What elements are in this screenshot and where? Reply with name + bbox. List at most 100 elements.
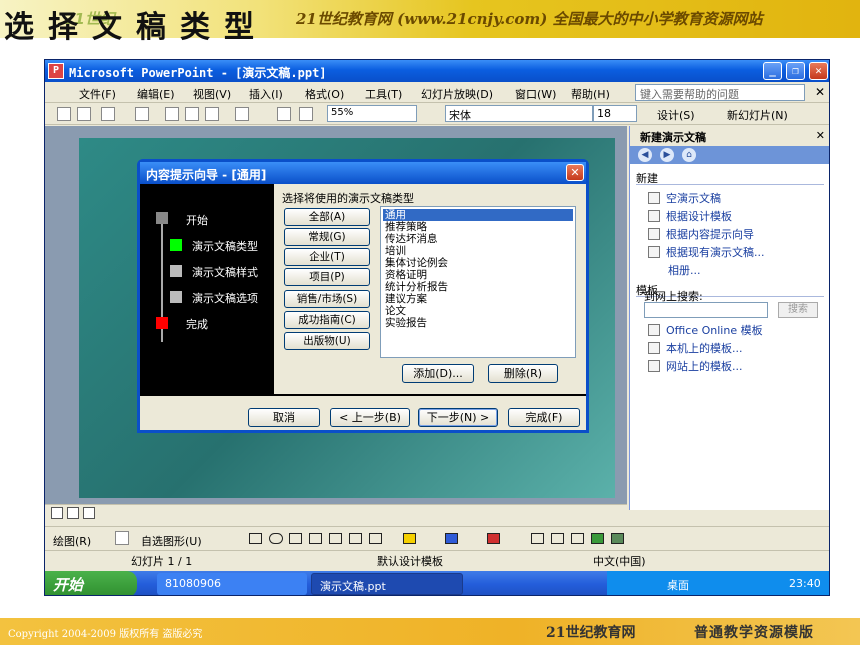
template-search-input[interactable] [644, 302, 768, 318]
back-icon[interactable]: ◀ [638, 148, 652, 162]
list-item[interactable]: 培训 [383, 245, 573, 257]
spellcheck-icon[interactable] [135, 107, 149, 121]
menu-slideshow[interactable]: 幻灯片放映(D) [421, 86, 493, 102]
menu-insert[interactable]: 插入(I) [249, 86, 283, 102]
doc-close-icon[interactable]: ✕ [815, 85, 825, 99]
clipart-icon[interactable] [349, 533, 362, 544]
menu-window[interactable]: 窗口(W) [515, 86, 556, 102]
web-templates-link[interactable]: 网站上的模板... [648, 358, 743, 374]
rectangle-icon[interactable] [249, 533, 262, 544]
line-style-icon[interactable] [531, 533, 544, 544]
list-item[interactable]: 论文 [383, 305, 573, 317]
fill-color-icon[interactable] [403, 533, 416, 544]
local-templates-link[interactable]: 本机上的模板... [648, 340, 743, 356]
open-icon[interactable] [77, 107, 91, 121]
normal-view-icon[interactable] [51, 507, 63, 519]
list-item[interactable]: 建议方案 [383, 293, 573, 305]
list-item[interactable]: 传达坏消息 [383, 233, 573, 245]
taskbar-item-folder[interactable]: 81080906 [157, 573, 307, 595]
category-sales-button[interactable]: 销售/市场(S) [284, 290, 370, 308]
wordart-icon[interactable] [309, 533, 322, 544]
font-select[interactable]: 宋体 [445, 105, 593, 122]
autocontent-wizard-link[interactable]: 根据内容提示向导 [648, 226, 754, 242]
task-pane-header: 新建演示文稿 ✕ [630, 126, 829, 146]
menu-help[interactable]: 帮助(H) [571, 86, 610, 102]
close-button[interactable]: ✕ [809, 62, 828, 80]
minimize-button[interactable]: _ [763, 62, 782, 80]
list-item[interactable]: 资格证明 [383, 269, 573, 281]
back-button[interactable]: < 上一步(B) [330, 408, 410, 427]
from-design-template-link[interactable]: 根据设计模板 [648, 208, 732, 224]
next-button[interactable]: 下一步(N) > [418, 408, 498, 427]
new-icon[interactable] [57, 107, 71, 121]
dialog-close-button[interactable]: ✕ [566, 164, 584, 181]
menu-file[interactable]: 文件(F) [79, 86, 116, 102]
font-size-select[interactable]: 18 [593, 105, 637, 122]
slideshow-view-icon[interactable] [83, 507, 95, 519]
template-search-button[interactable]: 搜索 [778, 302, 818, 318]
list-item[interactable]: 集体讨论例会 [383, 257, 573, 269]
dash-style-icon[interactable] [551, 533, 564, 544]
desktop-toolbar[interactable]: 桌面 [667, 577, 689, 593]
blank-presentation-link[interactable]: 空演示文稿 [648, 190, 721, 206]
list-item[interactable]: 通用 [383, 209, 573, 221]
select-pointer-icon[interactable] [115, 531, 129, 545]
shadow-icon[interactable] [591, 533, 604, 544]
step-start[interactable]: 开始 [186, 212, 208, 228]
presentation-type-list[interactable]: 通用 推荐策略 传达坏消息 培训 集体讨论例会 资格证明 统计分析报告 建议方案… [380, 206, 576, 358]
from-existing-link[interactable]: 根据现有演示文稿... [648, 244, 765, 260]
start-button[interactable]: 开始 [45, 571, 137, 595]
task-pane-close-icon[interactable]: ✕ [816, 129, 825, 142]
autoshapes-menu[interactable]: 自选图形(U) [141, 533, 202, 549]
print-icon[interactable] [101, 107, 115, 121]
step-style[interactable]: 演示文稿样式 [192, 264, 258, 280]
menu-edit[interactable]: 编辑(E) [137, 86, 175, 102]
category-publications-button[interactable]: 出版物(U) [284, 332, 370, 350]
3d-icon[interactable] [611, 533, 624, 544]
chart-icon[interactable] [277, 107, 291, 121]
list-item[interactable]: 实验报告 [383, 317, 573, 329]
finish-button[interactable]: 完成(F) [508, 408, 580, 427]
cut-icon[interactable] [165, 107, 179, 121]
zoom-select[interactable]: 55% [327, 105, 417, 122]
menu-format[interactable]: 格式(O) [305, 86, 344, 102]
forward-icon[interactable]: ▶ [660, 148, 674, 162]
draw-menu[interactable]: 绘图(R) [53, 533, 91, 549]
font-color-icon[interactable] [487, 533, 500, 544]
oval-icon[interactable] [269, 533, 283, 544]
taskbar-item-powerpoint[interactable]: 演示文稿.ppt [311, 573, 463, 595]
restore-button[interactable]: ❐ [786, 62, 805, 80]
add-button[interactable]: 添加(D)... [402, 364, 474, 383]
list-item[interactable]: 统计分析报告 [383, 281, 573, 293]
format-painter-icon[interactable] [205, 107, 219, 121]
step-type[interactable]: 演示文稿类型 [192, 238, 258, 254]
office-online-templates-link[interactable]: Office Online 模板 [648, 322, 763, 338]
category-projects-button[interactable]: 项目(P) [284, 268, 370, 286]
section-divider [636, 184, 824, 185]
copy-icon[interactable] [185, 107, 199, 121]
design-button[interactable]: 设计(S) [657, 107, 695, 123]
category-success-button[interactable]: 成功指南(C) [284, 311, 370, 329]
list-item[interactable]: 推荐策略 [383, 221, 573, 233]
arrow-style-icon[interactable] [571, 533, 584, 544]
delete-button[interactable]: 删除(R) [488, 364, 558, 383]
step-options[interactable]: 演示文稿选项 [192, 290, 258, 306]
new-slide-button[interactable]: 新幻灯片(N) [727, 107, 788, 123]
table-icon[interactable] [299, 107, 313, 121]
category-general-button[interactable]: 常规(G) [284, 228, 370, 246]
diagram-icon[interactable] [329, 533, 342, 544]
home-icon[interactable]: ⌂ [682, 148, 696, 162]
category-corporate-button[interactable]: 企业(T) [284, 248, 370, 266]
category-all-button[interactable]: 全部(A) [284, 208, 370, 226]
textbox-icon[interactable] [289, 533, 302, 544]
help-search-input[interactable]: 键入需要帮助的问题 [635, 84, 805, 101]
photo-album-link[interactable]: 相册... [668, 262, 701, 278]
cancel-button[interactable]: 取消 [248, 408, 320, 427]
picture-icon[interactable] [369, 533, 382, 544]
menu-tools[interactable]: 工具(T) [365, 86, 402, 102]
slide-sorter-icon[interactable] [67, 507, 79, 519]
menu-view[interactable]: 视图(V) [193, 86, 231, 102]
undo-icon[interactable] [235, 107, 249, 121]
line-color-icon[interactable] [445, 533, 458, 544]
step-finish[interactable]: 完成 [186, 316, 208, 332]
